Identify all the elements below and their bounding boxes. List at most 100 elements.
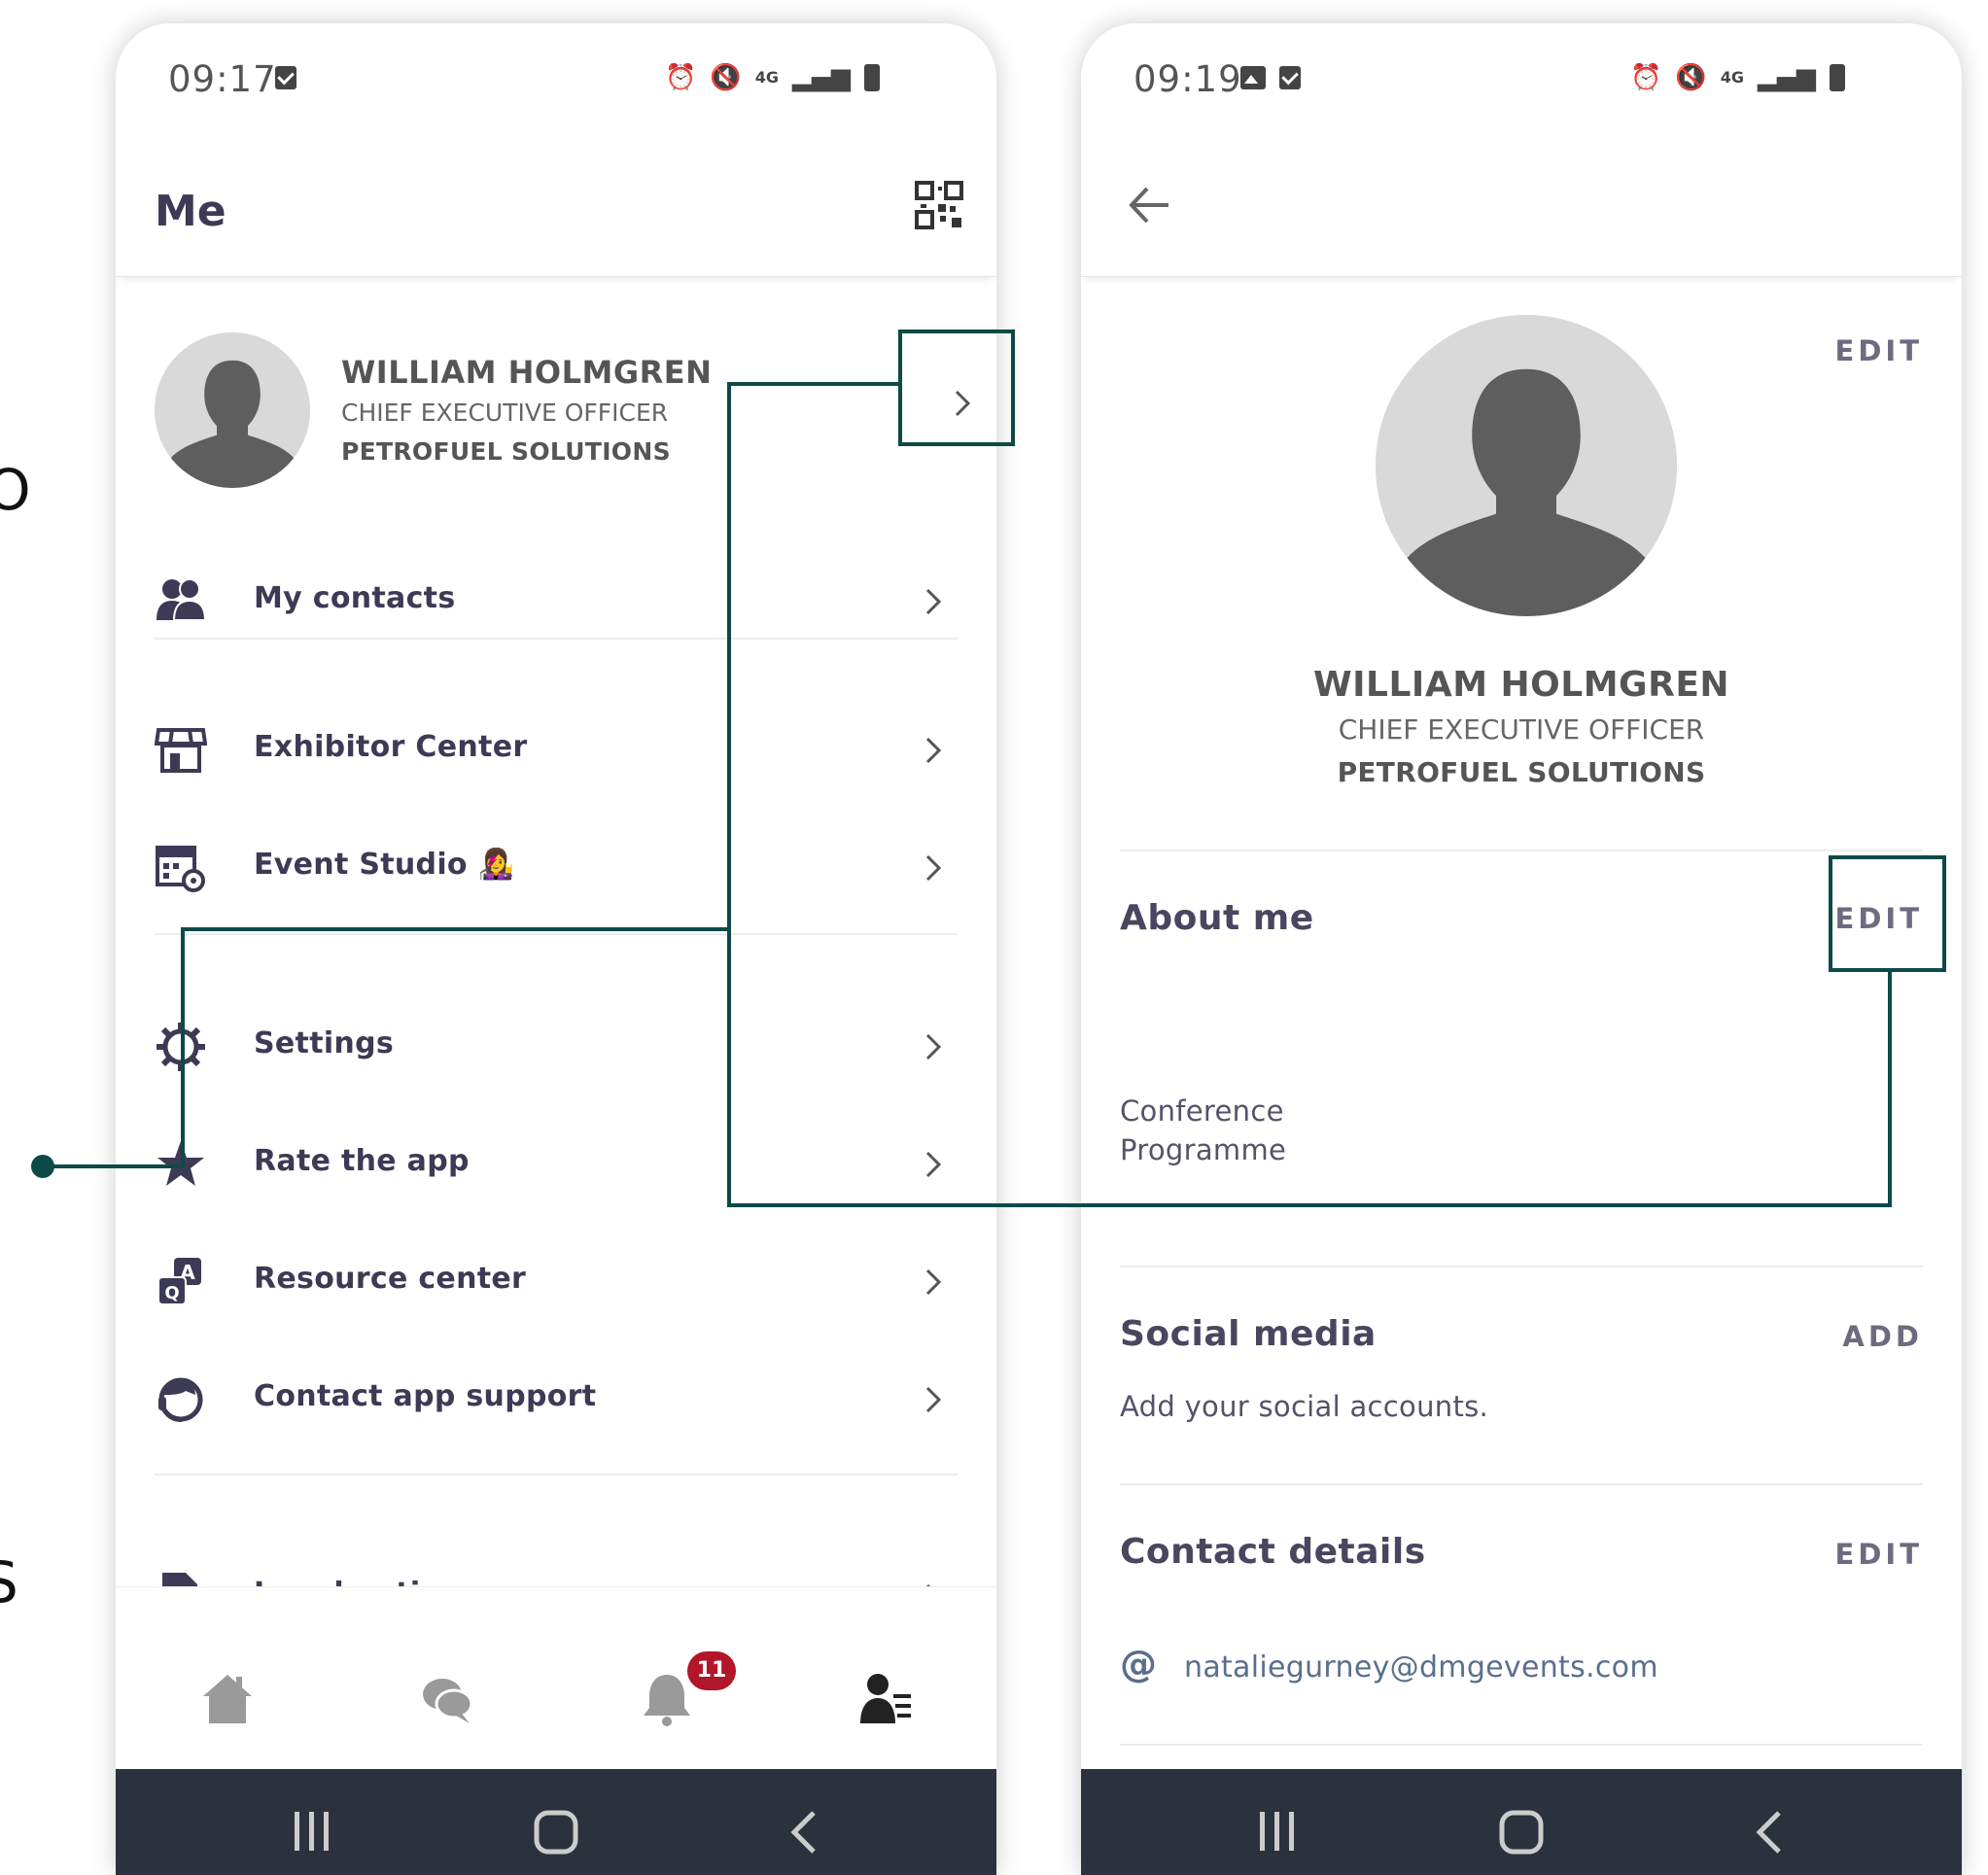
at-sign-icon: @ <box>1120 1643 1157 1685</box>
alarm-icon: ⏰ <box>1630 63 1662 92</box>
status-time: 09:19 <box>1134 58 1242 100</box>
menu-item-contact-app-support[interactable]: Contact app support <box>155 1360 965 1438</box>
menu-item-resource-center[interactable]: A Q Resource center <box>155 1242 965 1320</box>
system-nav-bar <box>1081 1769 1962 1875</box>
add-social-button[interactable]: ADD <box>1842 1320 1923 1353</box>
callout-line <box>181 927 185 1168</box>
home-key-icon[interactable] <box>1499 1810 1544 1855</box>
callout-line <box>727 1203 1892 1207</box>
person-silhouette-icon <box>155 332 310 488</box>
battery-icon <box>864 64 881 91</box>
chevron-right-icon <box>925 1268 942 1296</box>
edge-fragment-s: S <box>0 1549 18 1615</box>
mute-icon: 🔇 <box>1675 63 1707 92</box>
callout-line <box>727 382 900 386</box>
checkbox-notification-icon <box>275 66 296 89</box>
callout-line <box>1888 970 1892 1207</box>
home-key-icon[interactable] <box>534 1810 578 1855</box>
person-silhouette-icon <box>1376 315 1677 616</box>
profile-name: WILLIAM HOLMGREN <box>1312 665 1730 705</box>
social-hint: Add your social accounts. <box>1120 1390 1489 1423</box>
status-bar: 09:17 ⏰ 🔇 4G ▂▄▆ <box>116 23 996 140</box>
callout-line <box>43 1164 185 1168</box>
edit-profile-button[interactable]: EDIT <box>1835 334 1923 367</box>
status-bar: 09:19 ⏰ 🔇 4G ▂▄▆ <box>1081 23 1962 140</box>
page-title: Me <box>155 187 227 236</box>
callout-box-about-edit <box>1829 855 1946 972</box>
chevron-right-icon <box>925 1033 942 1060</box>
about-me-title: About me <box>1120 898 1314 938</box>
divider <box>155 638 958 640</box>
bottom-nav: 11 <box>116 1586 996 1793</box>
about-text-line1: Conference <box>1120 1094 1284 1128</box>
menu-item-settings[interactable]: Settings <box>155 1007 965 1085</box>
back-key-icon[interactable] <box>788 1810 818 1855</box>
profile-company: PETROFUEL SOLUTIONS <box>341 437 671 466</box>
status-time: 09:17 <box>168 58 277 100</box>
profile-name: WILLIAM HOLMGREN <box>341 354 713 391</box>
divider <box>1120 850 1923 851</box>
chevron-right-icon <box>925 737 942 764</box>
app-header: Me <box>116 140 996 277</box>
chat-icon[interactable] <box>419 1671 475 1727</box>
avatar[interactable] <box>1376 315 1677 616</box>
callout-line <box>181 927 731 931</box>
home-icon[interactable] <box>199 1671 256 1727</box>
calendar-settings-icon <box>156 846 205 892</box>
notification-badge: 11 <box>687 1651 736 1690</box>
contact-email[interactable]: nataliegurney@dmgevents.com <box>1184 1650 1658 1684</box>
menu-item-rate-the-app[interactable]: Rate the app <box>155 1125 965 1202</box>
edge-fragment-o: O <box>0 457 31 523</box>
callout-dot <box>31 1155 54 1178</box>
divider <box>1120 1744 1923 1746</box>
qa-icon: A Q <box>157 1258 201 1305</box>
signal-icon: ▂▄▆ <box>1758 63 1817 92</box>
menu-item-label: Settings <box>254 1026 395 1060</box>
profile-job-title: CHIEF EXECUTIVE OFFICER <box>341 399 669 427</box>
menu-item-label: My contacts <box>254 581 456 615</box>
back-arrow-icon[interactable] <box>1128 183 1172 227</box>
divider <box>155 1474 958 1476</box>
phone-left: 09:17 ⏰ 🔇 4G ▂▄▆ Me WILLIAM HOLMGREN CHI… <box>116 23 996 1875</box>
chevron-right-icon <box>925 1151 942 1178</box>
menu-item-my-contacts[interactable]: My contacts <box>155 562 965 640</box>
back-key-icon[interactable] <box>1754 1810 1783 1855</box>
menu-item-label: Resource center <box>254 1262 527 1296</box>
profile-menu-icon[interactable] <box>858 1671 915 1727</box>
profile-job-title: CHIEF EXECUTIVE OFFICER <box>1338 713 1705 746</box>
signal-icon: ▂▄▆ <box>792 63 852 92</box>
chevron-right-icon <box>925 1386 942 1413</box>
avatar <box>155 332 310 488</box>
store-icon <box>155 728 207 773</box>
menu-item-exhibitor-center[interactable]: Exhibitor Center <box>155 711 965 788</box>
divider <box>155 933 958 935</box>
recents-key-icon[interactable] <box>291 1810 333 1853</box>
network-4g-icon: 4G <box>1720 68 1745 87</box>
checkbox-notification-icon <box>1279 66 1301 89</box>
network-4g-icon: 4G <box>754 68 780 87</box>
menu-item-label: Event Studio 👩‍🎤 <box>254 848 515 882</box>
battery-icon <box>1830 64 1846 91</box>
svg-text:Q: Q <box>164 1283 179 1303</box>
recents-key-icon[interactable] <box>1256 1810 1299 1853</box>
callout-line <box>727 382 731 1207</box>
menu-item-label: Contact app support <box>254 1379 597 1413</box>
menu-item-label: Rate the app <box>254 1144 470 1178</box>
app-header <box>1081 140 1962 277</box>
headset-icon <box>158 1377 203 1422</box>
about-text-line2: Programme <box>1120 1133 1287 1166</box>
divider <box>1120 1483 1923 1485</box>
menu-item-event-studio[interactable]: Event Studio 👩‍🎤 <box>155 828 965 906</box>
edit-contact-button[interactable]: EDIT <box>1835 1538 1923 1571</box>
chevron-right-icon <box>925 854 942 882</box>
profile-company: PETROFUEL SOLUTIONS <box>1337 756 1706 788</box>
callout-box-profile-chevron <box>898 330 1015 446</box>
system-nav-bar <box>116 1769 996 1875</box>
alarm-icon: ⏰ <box>665 63 697 92</box>
contacts-icon <box>157 578 207 621</box>
contact-details-title: Contact details <box>1120 1532 1426 1572</box>
chevron-right-icon <box>925 588 942 615</box>
profile-card[interactable]: WILLIAM HOLMGREN CHIEF EXECUTIVE OFFICER… <box>116 305 996 500</box>
qr-code-icon[interactable] <box>915 181 963 229</box>
bell-icon[interactable] <box>639 1671 695 1727</box>
